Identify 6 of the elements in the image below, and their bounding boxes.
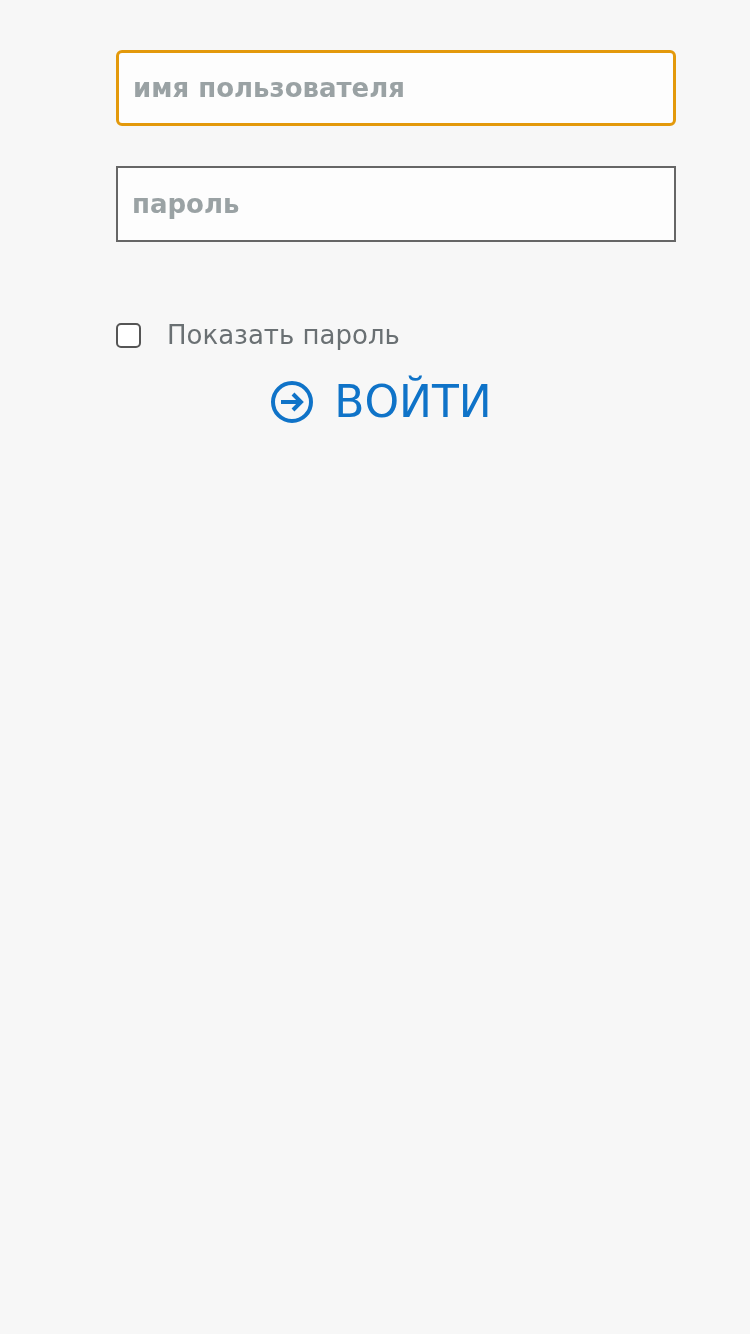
password-field[interactable]: пароль [116,166,676,242]
login-button[interactable]: ВОЙТИ [270,376,492,427]
show-password-checkbox[interactable] [116,322,141,348]
username-field[interactable]: имя пользователя [116,50,676,126]
arrow-circle-icon [270,379,315,424]
show-password-label[interactable]: Показать пароль [167,320,400,350]
